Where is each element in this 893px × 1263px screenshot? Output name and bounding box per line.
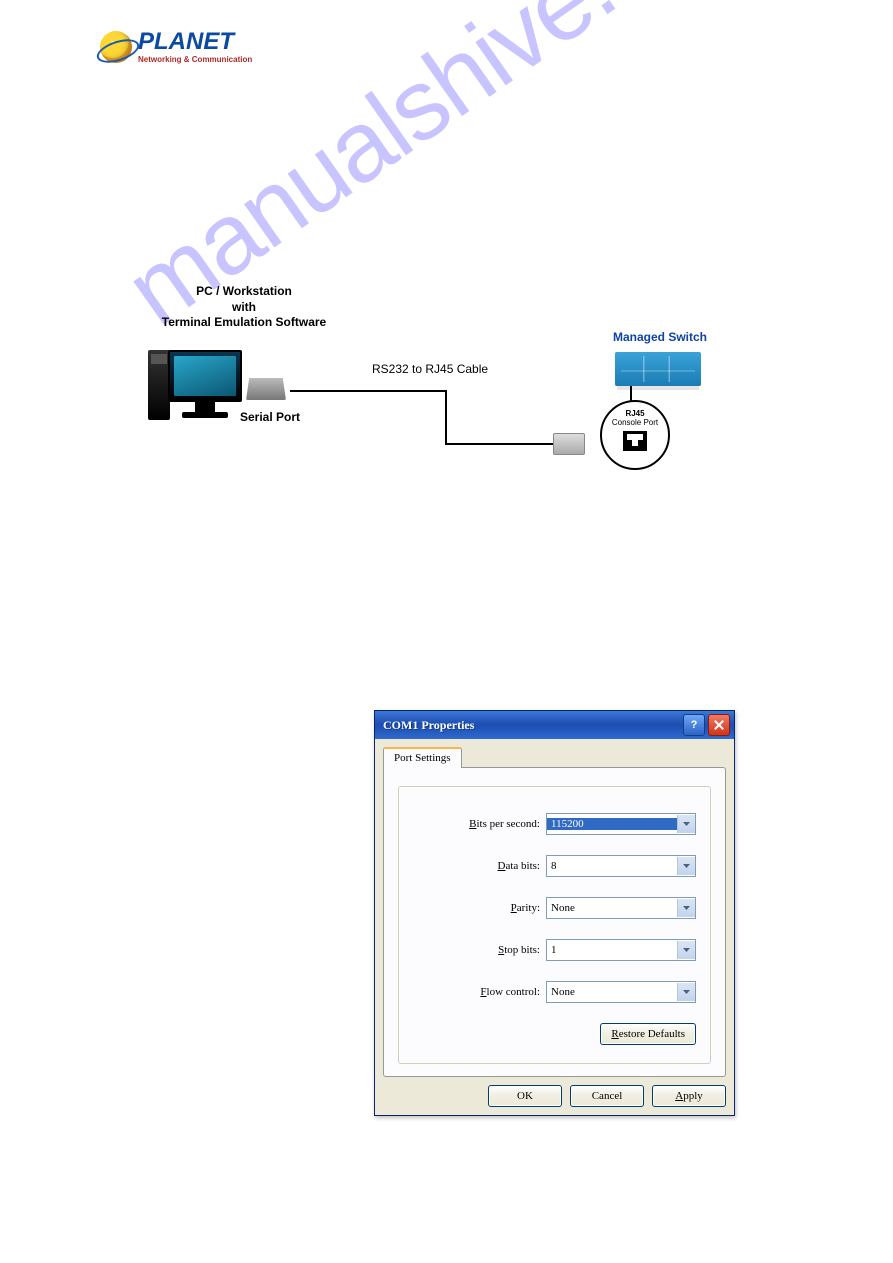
- value-flow-control: None: [547, 986, 677, 998]
- select-bits-per-second[interactable]: 115200: [546, 813, 696, 835]
- callout-line1: RJ45: [602, 410, 668, 418]
- settings-group: Bits per second: 115200 Data bits: 8 Par…: [398, 786, 711, 1064]
- tab-label: Port Settings: [394, 752, 451, 764]
- cancel-button[interactable]: Cancel: [570, 1085, 644, 1107]
- cable-segment: [290, 390, 445, 392]
- chevron-down-icon: [677, 941, 695, 959]
- pc-label-l3: Terminal Emulation Software: [162, 315, 326, 329]
- console-port-callout: RJ45 Console Port: [600, 400, 670, 470]
- chevron-down-icon: [677, 857, 695, 875]
- ok-button[interactable]: OK: [488, 1085, 562, 1107]
- switch-label: Managed Switch: [590, 330, 730, 346]
- dialog-title: COM1 Properties: [383, 718, 474, 733]
- apply-button[interactable]: Apply: [652, 1085, 726, 1107]
- brand-name: PLANET: [138, 30, 252, 54]
- cable-label: RS232 to RJ45 Cable: [372, 362, 488, 376]
- serial-port-label: Serial Port: [230, 410, 310, 426]
- dialog-buttons: OK Cancel Apply: [375, 1077, 734, 1115]
- help-icon: ?: [691, 719, 698, 731]
- pc-tower-icon: [148, 350, 170, 420]
- row-stop-bits: Stop bits: 1: [413, 939, 696, 961]
- row-bits-per-second: Bits per second: 115200: [413, 813, 696, 835]
- select-parity[interactable]: None: [546, 897, 696, 919]
- label-bits-per-second: Bits per second:: [469, 818, 540, 830]
- pc-label-l1: PC / Workstation: [196, 284, 292, 298]
- select-data-bits[interactable]: 8: [546, 855, 696, 877]
- rj45-port-icon: [623, 431, 647, 451]
- brand-tagline: Networking & Communication: [138, 56, 252, 64]
- value-parity: None: [547, 902, 677, 914]
- row-data-bits: Data bits: 8: [413, 855, 696, 877]
- pc-label: PC / Workstation with Terminal Emulation…: [134, 284, 354, 331]
- select-stop-bits[interactable]: 1: [546, 939, 696, 961]
- help-button[interactable]: ?: [683, 714, 705, 736]
- chevron-down-icon: [677, 983, 695, 1001]
- select-flow-control[interactable]: None: [546, 981, 696, 1003]
- tab-strip: Port Settings: [375, 739, 734, 768]
- close-button[interactable]: [708, 714, 730, 736]
- row-parity: Parity: None: [413, 897, 696, 919]
- cable-segment: [445, 443, 553, 445]
- connection-diagram: PC / Workstation with Terminal Emulation…: [140, 290, 760, 480]
- chevron-down-icon: [677, 899, 695, 917]
- label-parity: Parity:: [511, 902, 540, 914]
- chevron-down-icon: [677, 815, 695, 833]
- restore-defaults-button[interactable]: Restore Defaults: [600, 1023, 696, 1045]
- brand-logo: PLANET Networking & Communication: [100, 30, 252, 64]
- label-flow-control: Flow control:: [480, 986, 540, 998]
- titlebar[interactable]: COM1 Properties ?: [375, 711, 734, 739]
- serial-connector-icon: [246, 378, 286, 404]
- managed-switch-icon: [615, 352, 701, 386]
- pc-monitor-icon: [168, 350, 242, 418]
- com1-properties-dialog: COM1 Properties ? Port Settings Bits per…: [374, 710, 735, 1116]
- value-stop-bits: 1: [547, 944, 677, 956]
- value-bits-per-second: 115200: [547, 818, 677, 830]
- page: PLANET Networking & Communication manual…: [0, 0, 893, 1263]
- label-data-bits: Data bits:: [498, 860, 540, 872]
- label-stop-bits: Stop bits:: [498, 944, 540, 956]
- value-data-bits: 8: [547, 860, 677, 872]
- pc-label-l2: with: [232, 300, 256, 314]
- callout-line2: Console Port: [602, 419, 668, 427]
- rj45-plug-icon: [553, 433, 585, 455]
- tab-port-settings[interactable]: Port Settings: [383, 747, 462, 768]
- tab-panel: Bits per second: 115200 Data bits: 8 Par…: [383, 767, 726, 1077]
- row-flow-control: Flow control: None: [413, 981, 696, 1003]
- cable-segment: [445, 390, 447, 445]
- globe-icon: [100, 31, 132, 63]
